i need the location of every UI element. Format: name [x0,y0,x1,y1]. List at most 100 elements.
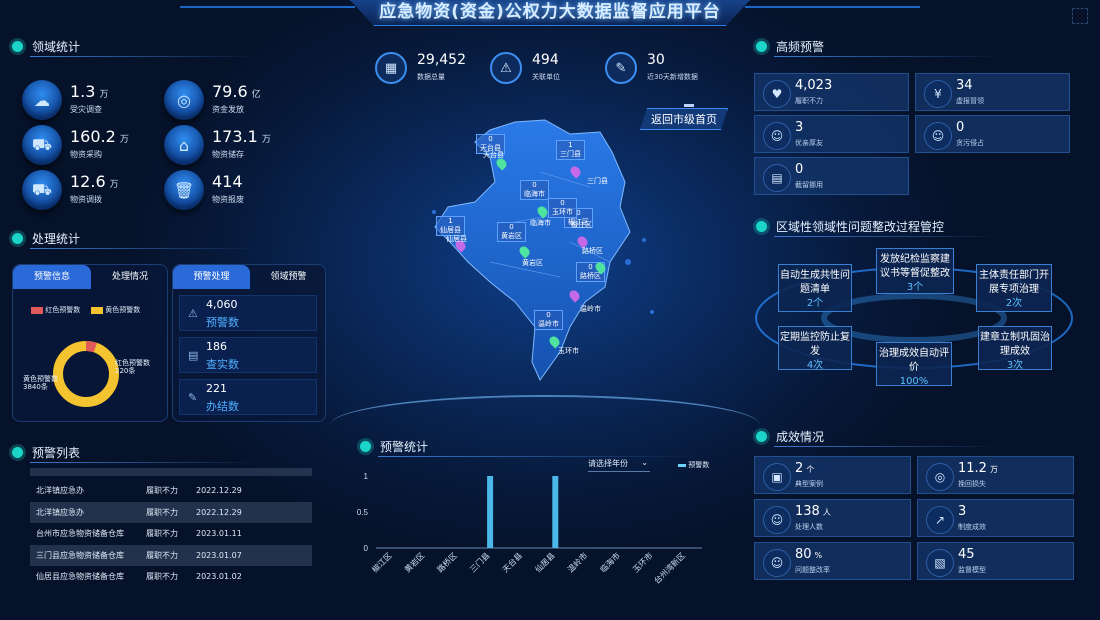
table-row[interactable]: 北洋镇应急办 履职不力 2022.12.29 [30,501,312,523]
cart-icon: ⛟ [22,125,62,165]
process-step-5[interactable]: 定期监控防止复发 4次 [778,326,852,371]
section-high-freq: 高频预警 [756,38,1006,56]
tab-domain-warning[interactable]: 领域预警 [250,265,327,289]
table-row[interactable]: 三门县应急物资储备仓库 履职不力 2023.01.07 [30,544,312,566]
top-stat-value: 29,452 [417,52,466,68]
map-label-1[interactable]: 1 三门县 [556,140,585,160]
result-card-1[interactable]: ◎ 11.2 万挽回损失 [917,456,1074,494]
divider [774,56,1004,57]
card-value: 138 人 [795,504,831,519]
page-title: 应急物资(资金)公权力大数据监督应用平台 [350,0,750,26]
map-label-2[interactable]: 0 临海市 [520,180,549,200]
trash-icon: 🗑 [164,170,204,210]
table-row[interactable]: 台州市应急物资储备仓库 履职不力 2023.01.11 [30,523,312,544]
map-label-8[interactable]: 0 玉环市 [548,198,577,218]
map-town-name: 玉环市 [558,347,579,355]
map-count: 0 [488,135,493,143]
map-town-name: 椒江区 [571,221,592,229]
island [432,210,436,214]
section-process: 区域性领域性问题整改过程管控 [756,218,1086,236]
top-stat-label: 关联单位 [532,73,560,81]
team-icon: ☺ [763,549,791,577]
domain-stat-2: ⛟ 160.2 万物资采购 [22,125,152,167]
button-indicator [684,104,694,107]
high-freq-card-3[interactable]: ☺ 0 贪污侵占 [915,115,1070,153]
expand-icon[interactable] [1072,8,1088,24]
done-doc-icon: ✎ [188,391,198,404]
process-step-0[interactable]: 自动生成共性问题清单 2个 [778,264,852,312]
card-label: 处理人数 [795,523,823,531]
bar-三门县 [487,476,494,548]
card-number: 45 [958,547,975,562]
stat-label: 物资采购 [70,150,102,159]
tab-handling-status[interactable]: 处理情况 [91,265,169,289]
legend-label: 预警数 [688,461,710,469]
card-label: 履职不力 [795,97,823,105]
cell-date: 2023.01.07 [196,550,242,560]
island [625,259,631,265]
high-freq-card-2[interactable]: ☺ 3 优亲厚友 [754,115,909,153]
map-label-3[interactable]: 1 仙居县 [436,216,465,236]
high-freq-card-0[interactable]: ♥ 4,023 履职不力 [754,73,909,111]
step-count: 4次 [806,360,824,371]
stat-value: 173.1 万 [212,127,271,146]
kv-closed-count: ✎ 221 办结数 [179,379,317,415]
kv-label: 预警数 [206,316,239,329]
map-town-name: 天台县 [483,151,504,159]
stat-unit: 万 [99,90,109,100]
map-count: 0 [509,223,514,231]
domain-stat-4: ⛟ 12.6 万物资调拨 [22,170,152,212]
map-count: 0 [560,199,565,207]
result-card-2[interactable]: ☺ 138 人处理人数 [754,499,911,537]
taizhou-map[interactable] [420,112,670,392]
step-text: 定期监控防止复发 [780,332,850,357]
table-row[interactable]: 仙居县应急物资储备仓库 履职不力 2023.01.02 [30,566,312,587]
top-stat-value: 494 [532,52,559,68]
divider [30,56,260,57]
card-label: 问题整改率 [795,566,830,574]
result-card-4[interactable]: ☺ 80% 问题整改率 [754,542,911,580]
cell-org: 北洋镇应急办 [36,486,84,495]
step-text: 发放纪检监察建议书等督促整改 [880,254,950,279]
map-name: 三门县 [560,150,581,158]
process-step-4[interactable]: 治理成效自动评价 100% [876,342,952,387]
kv-label: 查实数 [206,358,239,371]
map-label-4[interactable]: 0 黄岩区 [497,222,526,242]
domain-stat-3: ⌂ 173.1 万物资储存 [164,125,294,167]
money-bag-icon: ¥ [924,80,952,108]
step-count: 2次 [1005,298,1023,309]
map-name: 路桥区 [580,272,601,280]
high-freq-card-1[interactable]: ¥34 虚报冒领 [915,73,1070,111]
legend-swatch [678,463,686,467]
donut-red-name: 红色预警数 [115,359,150,367]
process-step-3[interactable]: 建章立制巩固治理成效 3次 [978,326,1052,371]
process-step-2[interactable]: 主体责任部门开展专项治理 2次 [976,264,1052,312]
top-stat-2: ✎ 30 近30天新增数据 [605,52,715,86]
legend-label: 黄色预警数 [105,306,141,314]
legend-red: 红色预警数 [31,305,80,315]
high-freq-card-4[interactable]: ▤ 0 截留挪用 [754,157,909,195]
result-card-5[interactable]: ▧ 45 监督模型 [917,542,1074,580]
edit-doc-icon: ✎ [605,52,637,84]
cell-org: 三门县应急物资储备仓库 [36,550,124,560]
alert-triangle-icon: ⚠ [490,52,522,84]
x-tick-label: 台州湾新区 [652,550,687,585]
card-number: 138 [795,504,820,519]
card-value: 45 [958,547,978,562]
process-step-1[interactable]: 发放纪检监察建议书等督促整改 3个 [876,248,954,294]
tab-warning-handle[interactable]: 预警处理 [173,265,250,289]
map-label-7[interactable]: 0 温岭市 [534,310,563,330]
stat-value: 414 [212,172,247,191]
tab-warning-info[interactable]: 预警信息 [13,265,91,289]
kv-value: 221 [206,382,227,395]
table-row[interactable]: 北洋镇应急办 履职不力 2022.12.29 [30,480,312,501]
coin-stack-icon: ◎ [164,80,204,120]
server-icon: ▤ [763,164,791,192]
result-card-0[interactable]: ▣ 2 个典型案例 [754,456,911,494]
cell-type: 履职不力 [146,572,178,581]
step-count: 100% [899,376,929,387]
map-name: 玉环市 [552,208,573,216]
map-count: 0 [532,181,537,189]
result-card-3[interactable]: ↗ 3 制度成效 [917,499,1074,537]
card-value: 11.2 万 [958,461,998,476]
